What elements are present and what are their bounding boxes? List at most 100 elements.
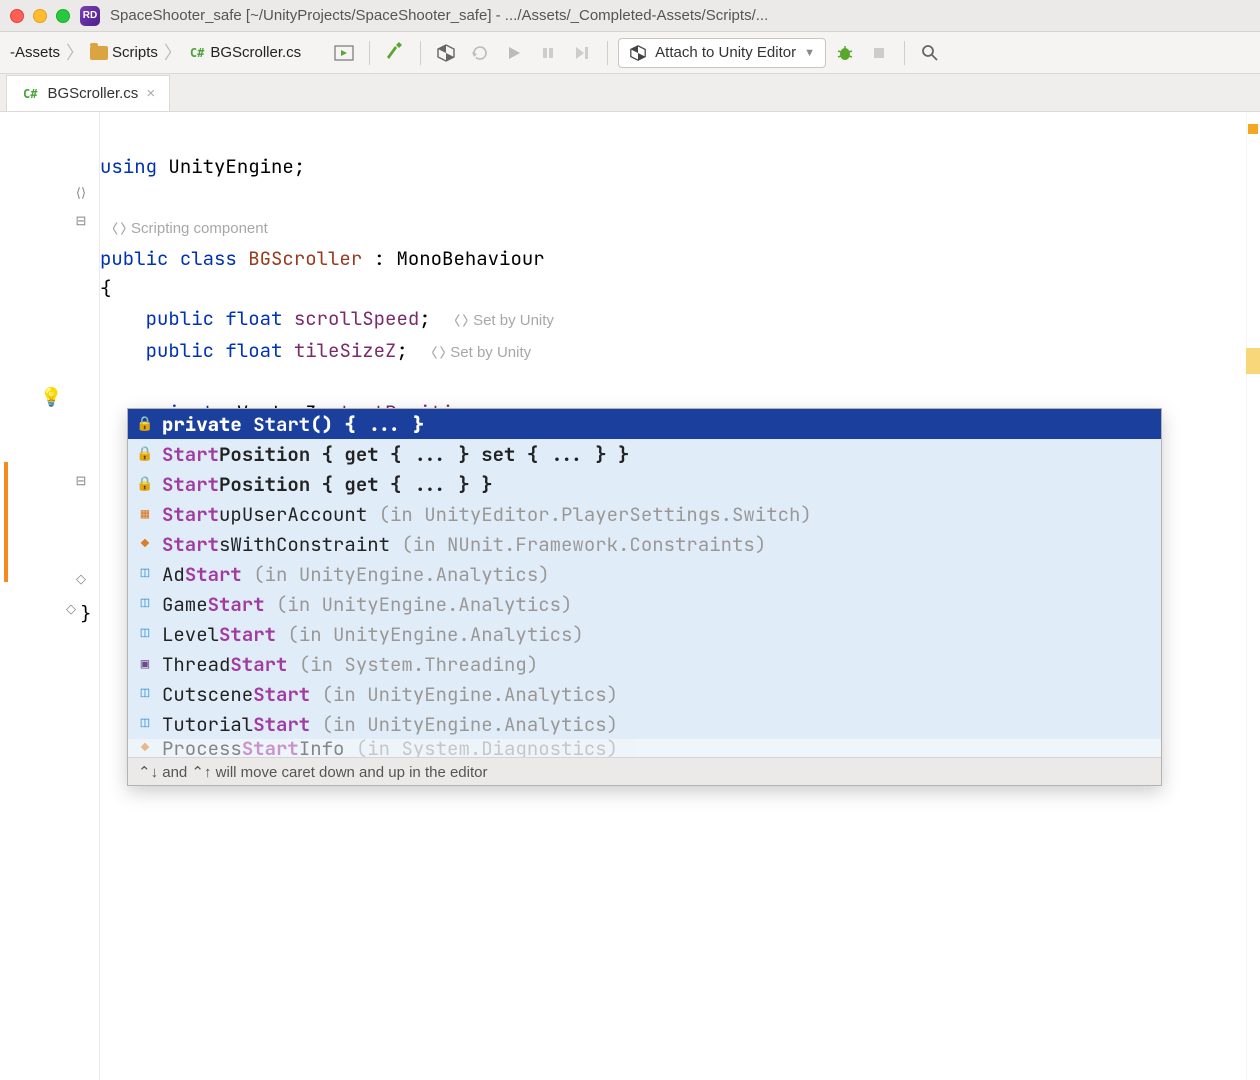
keyword: public xyxy=(146,306,214,331)
lightbulb-icon[interactable]: 💡 xyxy=(40,387,62,408)
app-icon: RD xyxy=(80,6,100,26)
lock-prop-icon: 🔒 xyxy=(136,445,154,463)
completion-item[interactable]: 🔒StartPosition { get { ... } set { ... }… xyxy=(128,439,1161,469)
struct-orange-icon: ◆ xyxy=(136,739,154,757)
pause-button[interactable] xyxy=(533,38,563,68)
struct-icon: ◫ xyxy=(136,715,154,733)
lock-prop-icon: 🔒 xyxy=(136,475,154,493)
attach-label: Attach to Unity Editor xyxy=(655,44,796,61)
inlay-hint: Set by Unity xyxy=(450,344,531,361)
field: tileSizeZ xyxy=(294,338,397,363)
attach-to-unity-dropdown[interactable]: Attach to Unity Editor ▼ xyxy=(618,38,826,68)
editor-area: ⟨⟩ ⊟ 💡 ⊟ ◇ ◇ } using UnityEngine; ⟨⟩Scri… xyxy=(0,112,1260,1080)
toolbar-divider xyxy=(369,41,370,65)
minimize-window-button[interactable] xyxy=(33,9,47,23)
refresh-button[interactable] xyxy=(465,38,495,68)
unity-icon-button[interactable] xyxy=(431,38,461,68)
right-marker-strip[interactable] xyxy=(1246,112,1260,1080)
completion-item[interactable]: ◫GameStart (in UnityEngine.Analytics) xyxy=(128,589,1161,619)
unity-hint-icon: ⟨⟩ xyxy=(431,344,447,361)
csharp-file-icon: C# xyxy=(188,46,206,60)
csharp-file-icon: C# xyxy=(21,87,39,101)
popup-hint: ⌃↓ and ⌃↑ will move caret down and up in… xyxy=(128,757,1161,785)
close-tab-icon[interactable]: × xyxy=(146,85,155,102)
struct-orange-icon: ◆ xyxy=(136,535,154,553)
breadcrumb: -Assets 〉 Scripts 〉 C# BGScroller.cs xyxy=(6,42,305,63)
chevron-down-icon: ▼ xyxy=(804,47,815,59)
fold-end-icon[interactable]: ◇ xyxy=(72,570,90,588)
fold-toggle-icon[interactable]: ⊟ xyxy=(72,472,90,490)
struct-icon: ◫ xyxy=(136,565,154,583)
breadcrumb-label: -Assets xyxy=(10,44,60,61)
warning-marker[interactable] xyxy=(1248,124,1258,134)
completion-item[interactable]: ◫TutorialStart (in UnityEngine.Analytics… xyxy=(128,709,1161,739)
breadcrumb-sep: 〉 xyxy=(66,44,84,62)
breadcrumb-label: BGScroller.cs xyxy=(210,44,301,61)
maximize-window-button[interactable] xyxy=(56,9,70,23)
gutter: ⟨⟩ ⊟ 💡 ⊟ ◇ ◇ } xyxy=(14,112,100,1080)
completion-item[interactable]: ◆StartsWithConstraint (in NUnit.Framewor… xyxy=(128,529,1161,559)
window-title: SpaceShooter_safe [~/UnityProjects/Space… xyxy=(110,7,1250,24)
completion-item[interactable]: 🔒private Start() { ... } xyxy=(128,409,1161,439)
completion-item[interactable]: ◆ProcessStartInfo (in System.Diagnostics… xyxy=(128,739,1161,757)
window-titlebar: RD SpaceShooter_safe [~/UnityProjects/Sp… xyxy=(0,0,1260,32)
base-type: MonoBehaviour xyxy=(396,246,544,271)
step-button[interactable] xyxy=(567,38,597,68)
toolbar-divider xyxy=(904,41,905,65)
stop-button[interactable] xyxy=(864,38,894,68)
class-name: BGScroller xyxy=(248,246,362,271)
toolbar-divider xyxy=(420,41,421,65)
struct-icon: ◫ xyxy=(136,685,154,703)
keyword: public xyxy=(100,246,168,271)
breadcrumb-sep: 〉 xyxy=(164,44,182,62)
namespace: UnityEngine xyxy=(168,154,293,179)
unity-hint-icon: ⟨⟩ xyxy=(453,312,469,329)
toolbar-divider xyxy=(607,41,608,65)
fold-toggle-icon[interactable]: ⊟ xyxy=(72,212,90,230)
toolbar: -Assets 〉 Scripts 〉 C# BGScroller.cs At xyxy=(0,32,1260,74)
change-marker[interactable] xyxy=(1246,348,1260,374)
completion-item[interactable]: ◫CutsceneStart (in UnityEngine.Analytics… xyxy=(128,679,1161,709)
fold-end-icon[interactable]: ◇ xyxy=(62,600,80,618)
folder-icon xyxy=(90,46,108,60)
completion-item[interactable]: 🔒StartPosition { get { ... } } xyxy=(128,469,1161,499)
completion-popup: 🔒private Start() { ... }🔒StartPosition {… xyxy=(127,408,1162,786)
tab-bgscroller[interactable]: C# BGScroller.cs × xyxy=(6,75,170,111)
debug-button[interactable] xyxy=(830,38,860,68)
keyword: float xyxy=(225,338,282,363)
breadcrumb-seg-scripts[interactable]: Scripts xyxy=(86,42,162,63)
change-marker xyxy=(4,462,8,582)
breadcrumb-seg-assets[interactable]: -Assets xyxy=(6,42,64,63)
tab-label: BGScroller.cs xyxy=(47,85,138,102)
close-window-button[interactable] xyxy=(10,9,24,23)
traffic-lights xyxy=(10,9,70,23)
completion-item[interactable]: ◫LevelStart (in UnityEngine.Analytics) xyxy=(128,619,1161,649)
enum-icon: ▦ xyxy=(136,505,154,523)
inlay-hint: Set by Unity xyxy=(473,312,554,329)
keyword: public xyxy=(146,338,214,363)
play-button[interactable] xyxy=(499,38,529,68)
keyword: class xyxy=(180,246,237,271)
completion-item[interactable]: ◫AdStart (in UnityEngine.Analytics) xyxy=(128,559,1161,589)
breadcrumb-seg-file[interactable]: C# BGScroller.cs xyxy=(184,42,305,63)
run-context-button[interactable] xyxy=(329,38,359,68)
struct-icon: ◫ xyxy=(136,595,154,613)
keyword: using xyxy=(100,154,157,179)
editor-tabs: C# BGScroller.cs × xyxy=(0,74,1260,112)
unity-gutter-icon[interactable]: ⟨⟩ xyxy=(72,184,90,202)
brace-close: } xyxy=(80,602,91,624)
search-button[interactable] xyxy=(915,38,945,68)
completion-item[interactable]: ▣ThreadStart (in System.Threading) xyxy=(128,649,1161,679)
unity-hint-icon: ⟨⟩ xyxy=(111,220,127,237)
lock-method-icon: 🔒 xyxy=(136,415,154,433)
inlay-hint: Scripting component xyxy=(131,220,268,237)
completion-item[interactable]: ▦StartupUserAccount (in UnityEditor.Play… xyxy=(128,499,1161,529)
delegate-icon: ▣ xyxy=(136,655,154,673)
field: scrollSpeed xyxy=(294,306,419,331)
breadcrumb-label: Scripts xyxy=(112,44,158,61)
unity-logo-icon xyxy=(629,44,647,62)
keyword: float xyxy=(225,306,282,331)
struct-icon: ◫ xyxy=(136,625,154,643)
build-button[interactable] xyxy=(380,38,410,68)
left-change-strip xyxy=(0,112,14,1080)
